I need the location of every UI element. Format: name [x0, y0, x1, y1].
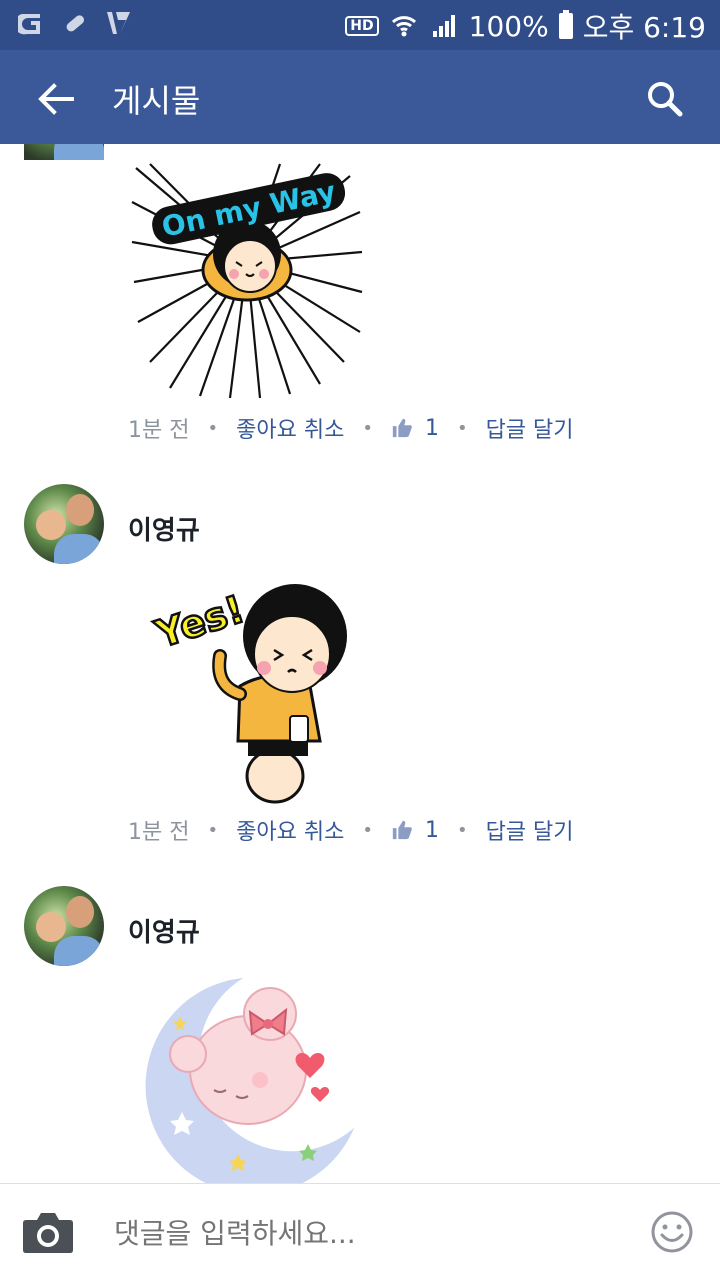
status-left-icons	[16, 8, 134, 38]
unlike-button[interactable]: 좋아요 취소	[236, 412, 344, 444]
battery-percent: 100%	[468, 9, 549, 43]
separator-dot: •	[362, 417, 373, 439]
battery-icon	[558, 10, 573, 39]
signal-icon	[429, 11, 459, 41]
page-title: 게시물	[112, 82, 201, 120]
comment-time: 1분 전	[128, 418, 190, 443]
like-count: 1	[424, 817, 439, 843]
thumbs-up-icon	[392, 418, 412, 438]
separator-dot: •	[456, 819, 468, 841]
app-notification-icon	[16, 8, 46, 38]
separator-dot: •	[456, 417, 468, 439]
avatar[interactable]	[24, 144, 104, 160]
comments-feed[interactable]: On my Way 1분 전 • 좋아요 취소 • 1 • 답글 달기 이영규	[0, 144, 720, 1183]
smiley-icon	[651, 1211, 693, 1253]
like-count-button[interactable]: 1	[391, 818, 439, 843]
clock: 오후 6:19	[582, 11, 706, 44]
avatar[interactable]	[24, 484, 104, 564]
hd-badge: HD	[345, 16, 379, 36]
comment-author[interactable]: 이영규	[128, 510, 200, 547]
separator-dot: •	[362, 819, 373, 841]
comment-author[interactable]: 이영규	[128, 912, 200, 949]
camera-icon	[23, 1213, 73, 1253]
search-icon	[648, 82, 683, 117]
sticker-on-my-way[interactable]: On my Way	[130, 162, 364, 398]
sticker-bunny-moon[interactable]	[130, 972, 360, 1183]
comment-meta: 1분 전 • 좋아요 취소 • 1 • 답글 달기	[128, 412, 574, 444]
camera-button[interactable]	[22, 1210, 74, 1254]
vk-notification-icon	[104, 8, 134, 38]
like-count: 1	[424, 415, 439, 441]
comment-input[interactable]	[112, 1212, 616, 1254]
emoji-button[interactable]	[650, 1210, 694, 1254]
thumbs-up-icon	[392, 820, 412, 840]
wifi-icon	[389, 11, 419, 41]
status-right: HD 100% 오후 6:19	[345, 6, 706, 46]
like-count-button[interactable]: 1	[391, 416, 439, 441]
back-button[interactable]	[30, 74, 80, 124]
search-button[interactable]	[640, 74, 690, 124]
arrow-left-icon	[38, 83, 74, 115]
status-bar: HD 100% 오후 6:19	[0, 0, 720, 50]
reply-button[interactable]: 답글 달기	[486, 412, 574, 444]
separator-dot: •	[207, 819, 219, 841]
sticker-text: Yes!	[150, 587, 250, 657]
avatar[interactable]	[24, 886, 104, 966]
comment-meta: 1분 전 • 좋아요 취소 • 1 • 답글 달기	[128, 814, 574, 846]
reply-button[interactable]: 답글 달기	[486, 814, 574, 846]
app-bar: 게시물	[0, 50, 720, 144]
pill-notification-icon	[60, 8, 90, 38]
comment-composer	[0, 1183, 720, 1280]
sticker-yes[interactable]: Yes!	[130, 576, 360, 806]
separator-dot: •	[207, 417, 219, 439]
comment-time: 1분 전	[128, 820, 190, 845]
unlike-button[interactable]: 좋아요 취소	[236, 814, 344, 846]
